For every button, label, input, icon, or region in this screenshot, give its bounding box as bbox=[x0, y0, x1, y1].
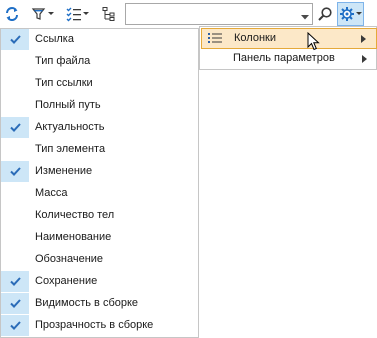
column-menu-item[interactable]: Тип ссылки bbox=[1, 73, 198, 94]
checklist-button[interactable] bbox=[64, 3, 91, 25]
column-menu-item[interactable]: Изменение bbox=[1, 161, 198, 182]
toolbar bbox=[0, 0, 377, 28]
column-menu-item-label: Количество тел bbox=[35, 209, 115, 221]
filter-button[interactable] bbox=[29, 3, 56, 25]
window: Ссылка Тип файла Тип ссылки Полный путь … bbox=[0, 0, 377, 338]
check-icon bbox=[1, 161, 29, 182]
column-menu-item-label: Тип ссылки bbox=[35, 77, 93, 89]
column-menu-item[interactable]: Прозрачность в сборке bbox=[1, 315, 198, 336]
column-menu-item[interactable]: Ссылка bbox=[1, 29, 198, 50]
column-menu-item[interactable]: Видимость в сборке bbox=[1, 293, 198, 314]
check-icon bbox=[1, 73, 29, 94]
settings-dropdown-arrow bbox=[356, 12, 362, 15]
column-menu-item-label: Прозрачность в сборке bbox=[35, 319, 154, 331]
check-icon bbox=[1, 249, 29, 270]
column-menu-item-label: Наименование bbox=[35, 231, 112, 243]
settings-menu: Колонки Панель параметров bbox=[199, 26, 377, 70]
column-menu-item-label: Актуальность bbox=[35, 121, 105, 133]
column-menu-item-label: Изменение bbox=[35, 165, 93, 177]
column-menu-item-label: Тип файла bbox=[35, 55, 91, 67]
filter-icon bbox=[31, 8, 46, 20]
column-menu-item-label: Ссылка bbox=[35, 33, 74, 45]
refresh-icon bbox=[6, 7, 18, 21]
check-icon bbox=[1, 51, 29, 72]
column-menu-item[interactable]: Наименование bbox=[1, 227, 198, 248]
search-icon bbox=[318, 7, 332, 21]
check-icon bbox=[1, 183, 29, 204]
column-menu-item-label: Масса bbox=[35, 187, 68, 199]
chevron-right-icon bbox=[362, 55, 367, 63]
column-menu-item[interactable]: Обозначение bbox=[1, 249, 198, 270]
chevron-down-icon[interactable] bbox=[301, 11, 309, 23]
check-icon bbox=[1, 227, 29, 248]
column-menu-item[interactable]: Тип элемента bbox=[1, 139, 198, 160]
check-icon bbox=[1, 29, 29, 50]
column-menu-item-label: Обозначение bbox=[35, 253, 104, 265]
check-icon bbox=[1, 271, 29, 292]
menu-item-columns[interactable]: Колонки bbox=[201, 28, 377, 51]
column-menu-item-label: Тип элемента bbox=[35, 143, 106, 155]
chevron-right-icon bbox=[361, 35, 366, 43]
list-icon bbox=[208, 33, 222, 43]
search-combobox[interactable] bbox=[125, 3, 313, 25]
filter-dropdown-arrow[interactable] bbox=[47, 3, 54, 25]
check-icon bbox=[1, 95, 29, 116]
menu-item-parameters-panel[interactable]: Панель параметров bbox=[201, 49, 377, 70]
tree-structure-icon bbox=[102, 7, 115, 21]
tree-structure-button[interactable] bbox=[99, 3, 119, 25]
checklist-icon bbox=[66, 7, 81, 22]
menu-item-parameters-panel-label: Панель параметров bbox=[233, 52, 335, 64]
menu-item-columns-label: Колонки bbox=[234, 32, 276, 44]
check-icon bbox=[1, 117, 29, 138]
column-menu-item[interactable]: Полный путь bbox=[1, 95, 198, 116]
search-button[interactable] bbox=[315, 3, 335, 25]
check-icon bbox=[1, 205, 29, 226]
column-menu-item[interactable]: Сохранение bbox=[1, 271, 198, 292]
column-menu-item[interactable]: Количество тел bbox=[1, 205, 198, 226]
column-menu-item-label: Сохранение bbox=[35, 275, 98, 287]
column-menu-item-label: Видимость в сборке bbox=[35, 297, 139, 309]
gear-icon bbox=[340, 7, 354, 21]
column-menu-item-label: Полный путь bbox=[35, 99, 101, 111]
refresh-button[interactable] bbox=[2, 3, 22, 25]
column-menu-item[interactable]: Тип файла bbox=[1, 51, 198, 72]
checklist-dropdown-arrow[interactable] bbox=[82, 3, 89, 25]
columns-menu: Ссылка Тип файла Тип ссылки Полный путь … bbox=[0, 28, 199, 338]
column-menu-item[interactable]: Масса bbox=[1, 183, 198, 204]
column-menu-item[interactable]: Актуальность bbox=[1, 117, 198, 138]
check-icon bbox=[1, 139, 29, 160]
check-icon bbox=[1, 315, 29, 336]
settings-button[interactable] bbox=[337, 2, 364, 26]
check-icon bbox=[1, 293, 29, 314]
